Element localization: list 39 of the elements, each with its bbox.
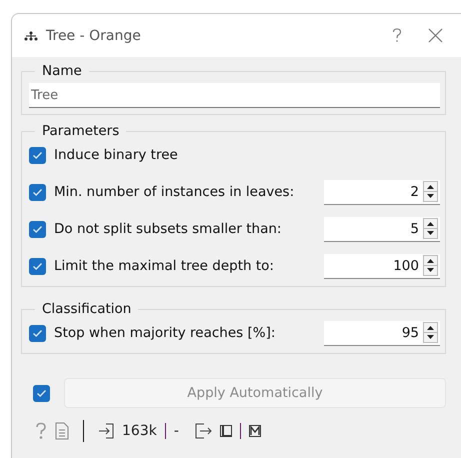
help-icon[interactable] [35, 422, 47, 440]
checkbox[interactable] [33, 384, 50, 402]
check-icon [32, 224, 43, 234]
spin-box[interactable]: 5 [324, 216, 440, 242]
group-title: Parameters [41, 123, 120, 139]
option-label: Limit the maximal tree depth to: [54, 258, 275, 274]
data-table-icon [220, 425, 232, 437]
model-icon [248, 425, 261, 437]
check-icon [36, 388, 47, 398]
tree-icon [24, 30, 38, 40]
option-label: Stop when majority reaches [%]: [54, 325, 276, 341]
option-label: Do not split subsets smaller than: [54, 221, 282, 237]
name-field[interactable]: Tree [29, 83, 440, 108]
check-icon [32, 328, 43, 338]
input-size: 163k [122, 423, 157, 439]
checkbox[interactable] [29, 184, 46, 200]
check-icon [32, 262, 43, 270]
check-icon [32, 150, 43, 160]
spin-arrows-icon[interactable] [423, 181, 438, 202]
document-icon[interactable] [55, 422, 69, 440]
option-label: Induce binary tree [54, 147, 179, 163]
spin-arrows-icon[interactable] [423, 322, 438, 343]
group-title: Classification [41, 301, 132, 317]
checkbox[interactable] [29, 146, 46, 164]
option-label: Min. number of instances in leaves: [54, 184, 296, 200]
input-icon [98, 423, 114, 439]
checkbox[interactable] [29, 324, 46, 342]
window-title: Tree - Orange [46, 28, 142, 44]
spin-box[interactable]: 100 [324, 254, 440, 278]
spin-box[interactable]: 95 [324, 320, 440, 346]
checkbox[interactable] [29, 220, 46, 238]
group-title: Name [41, 63, 83, 79]
checkbox[interactable] [29, 258, 46, 274]
output-size: - [174, 423, 179, 439]
spin-box[interactable]: 2 [324, 180, 440, 204]
check-icon [32, 188, 43, 196]
output-icon [194, 423, 212, 439]
spin-arrows-icon[interactable] [423, 255, 438, 276]
spin-arrows-icon[interactable] [423, 218, 438, 239]
